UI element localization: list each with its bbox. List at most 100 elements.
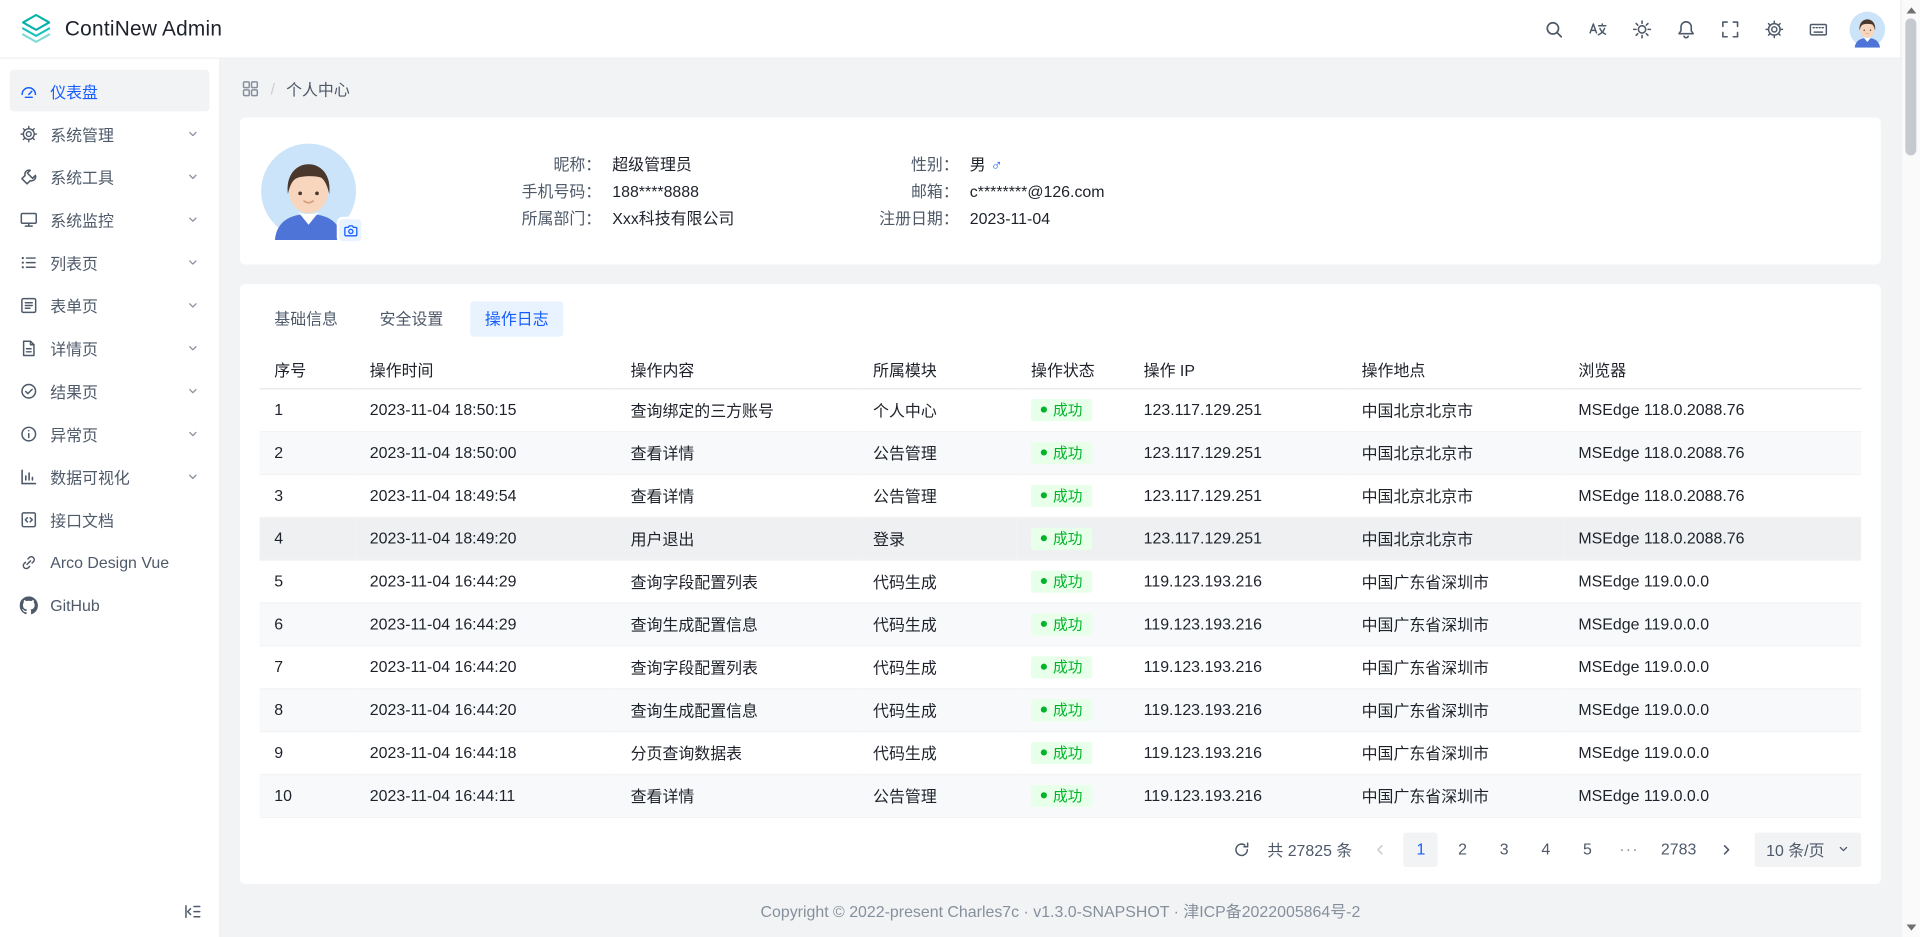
chevron-down-icon	[1837, 842, 1850, 855]
cell-index: 5	[260, 560, 356, 603]
operation-log-card: 基础信息安全设置操作日志 序号操作时间操作内容所属模块操作状态操作 IP操作地点…	[240, 284, 1881, 883]
cell-module: 代码生成	[858, 645, 1016, 688]
settings-button[interactable]	[1756, 10, 1793, 47]
sidebar-item-data-visualization[interactable]: 数据可视化	[10, 456, 210, 498]
theme-toggle-button[interactable]	[1624, 10, 1661, 47]
api-icon	[20, 510, 38, 528]
cell-ip: 119.123.193.216	[1129, 774, 1347, 817]
tab-basic-info[interactable]: 基础信息	[260, 301, 353, 337]
apps-grid-icon[interactable]	[241, 79, 259, 97]
scrollbar-up-arrow[interactable]	[1906, 7, 1916, 13]
sidebar-item-label: 列表页	[50, 250, 174, 273]
change-avatar-button[interactable]	[337, 217, 364, 244]
sidebar-item-detail-pages[interactable]: 详情页	[10, 327, 210, 369]
notifications-button[interactable]	[1668, 10, 1705, 47]
sidebar-item-system-tools[interactable]: 系统工具	[10, 156, 210, 198]
status-dot-icon	[1041, 450, 1047, 456]
cell-content: 查询生成配置信息	[616, 602, 858, 645]
cell-index: 7	[260, 645, 356, 688]
sidebar-item-result-pages[interactable]: 结果页	[10, 370, 210, 412]
monitor-icon	[20, 210, 38, 228]
chevron-down-icon	[186, 384, 199, 397]
tab-security-settings[interactable]: 安全设置	[365, 301, 458, 337]
page-scrollbar[interactable]	[1900, 0, 1920, 937]
profile-fields-left: 昵称： 超级管理员 手机号码： 188****8888 所属部门： Xxx科技有…	[358, 155, 799, 227]
cell-time: 2023-11-04 16:44:20	[355, 688, 616, 731]
page-button[interactable]: 3	[1487, 832, 1521, 866]
page-size-select[interactable]: 10 条/页	[1755, 832, 1861, 866]
profile-fields-right: 性别： 男♂ 邮箱： c********@126.com 注册日期： 2023-…	[798, 155, 1104, 227]
cell-ip: 123.117.129.251	[1129, 431, 1347, 474]
cell-status: 成功	[1016, 388, 1129, 431]
cell-ip: 119.123.193.216	[1129, 560, 1347, 603]
sidebar-collapse-button[interactable]	[178, 896, 207, 925]
sidebar-item-label: 仪表盘	[50, 79, 174, 102]
prev-page-button[interactable]	[1365, 833, 1397, 865]
search-button[interactable]	[1536, 10, 1573, 47]
avatar-image	[1849, 10, 1886, 47]
cell-module: 代码生成	[858, 688, 1016, 731]
logo[interactable]: ContiNew Admin	[20, 12, 223, 45]
sidebar-nav: 仪表盘 系统管理 系统工具 系统监控 列表页 表单页 详情页 结果页 异常页 数…	[0, 70, 219, 626]
fullscreen-button[interactable]	[1712, 10, 1749, 47]
cell-status: 成功	[1016, 688, 1129, 731]
sidebar-item-label: 数据可视化	[50, 465, 174, 488]
field-value: c********@126.com	[970, 182, 1105, 200]
profile-avatar[interactable]	[260, 142, 358, 240]
page-button[interactable]: 2783	[1654, 832, 1704, 866]
sidebar-item-system-monitor[interactable]: 系统监控	[10, 198, 210, 240]
cell-index: 4	[260, 517, 356, 560]
status-dot-icon	[1041, 793, 1047, 799]
github-icon	[20, 596, 38, 614]
status-badge: 成功	[1031, 527, 1092, 549]
app-body: 仪表盘 系统管理 系统工具 系统监控 列表页 表单页 详情页 结果页 异常页 数…	[0, 59, 1900, 937]
status-badge: 成功	[1031, 785, 1092, 807]
sidebar-item-arco-design-vue[interactable]: Arco Design Vue	[10, 541, 210, 583]
page-button[interactable]: 4	[1529, 832, 1563, 866]
cell-status: 成功	[1016, 774, 1129, 817]
page-button[interactable]: 5	[1570, 832, 1604, 866]
page-ellipsis[interactable]: ···	[1612, 832, 1646, 866]
chevron-right-icon	[1718, 841, 1735, 858]
cell-status: 成功	[1016, 731, 1129, 774]
tab-operation-log[interactable]: 操作日志	[470, 301, 563, 337]
profile-field: 邮箱： c********@126.com	[798, 182, 1104, 200]
sidebar-item-api-docs[interactable]: 接口文档	[10, 498, 210, 540]
sidebar-item-list-pages[interactable]: 列表页	[10, 241, 210, 283]
cell-ip: 119.123.193.216	[1129, 688, 1347, 731]
cell-time: 2023-11-04 16:44:29	[355, 560, 616, 603]
app-root: ContiNew Admin 仪表盘 系统管理 系统工具	[0, 0, 1920, 937]
chart-icon	[20, 467, 38, 485]
keyboard-shortcuts-button[interactable]	[1800, 10, 1837, 47]
sidebar-item-github[interactable]: GitHub	[10, 584, 210, 626]
status-dot-icon	[1041, 664, 1047, 670]
field-label: 注册日期：	[798, 209, 958, 227]
scrollbar-thumb[interactable]	[1905, 18, 1916, 155]
page-button[interactable]: 2	[1445, 832, 1479, 866]
sidebar-item-exception-pages[interactable]: 异常页	[10, 413, 210, 455]
field-value: 2023-11-04	[970, 209, 1050, 227]
chevron-down-icon	[186, 298, 199, 311]
page-button-current[interactable]: 1	[1404, 832, 1438, 866]
field-label: 邮箱：	[798, 182, 958, 200]
sidebar-item-system-management[interactable]: 系统管理	[10, 113, 210, 155]
refresh-button[interactable]	[1226, 833, 1258, 865]
sidebar-item-form-pages[interactable]: 表单页	[10, 284, 210, 326]
sidebar-item-label: 系统监控	[50, 208, 174, 231]
cell-index: 1	[260, 388, 356, 431]
cell-time: 2023-11-04 16:44:11	[355, 774, 616, 817]
scrollbar-down-arrow[interactable]	[1906, 924, 1916, 930]
user-avatar[interactable]	[1849, 10, 1886, 47]
sidebar-item-dashboard[interactable]: 仪表盘	[10, 70, 210, 112]
cell-module: 公告管理	[858, 474, 1016, 517]
translate-button[interactable]	[1580, 10, 1617, 47]
cell-time: 2023-11-04 16:44:18	[355, 731, 616, 774]
next-page-button[interactable]	[1711, 833, 1743, 865]
column-header: 操作地点	[1347, 351, 1564, 388]
profile-field: 性别： 男♂	[798, 155, 1104, 173]
cell-ip: 119.123.193.216	[1129, 731, 1347, 774]
cell-time: 2023-11-04 16:44:29	[355, 602, 616, 645]
sidebar-item-label: 系统工具	[50, 165, 174, 188]
chevron-down-icon	[186, 255, 199, 268]
profile-field: 手机号码： 188****8888	[358, 182, 799, 200]
